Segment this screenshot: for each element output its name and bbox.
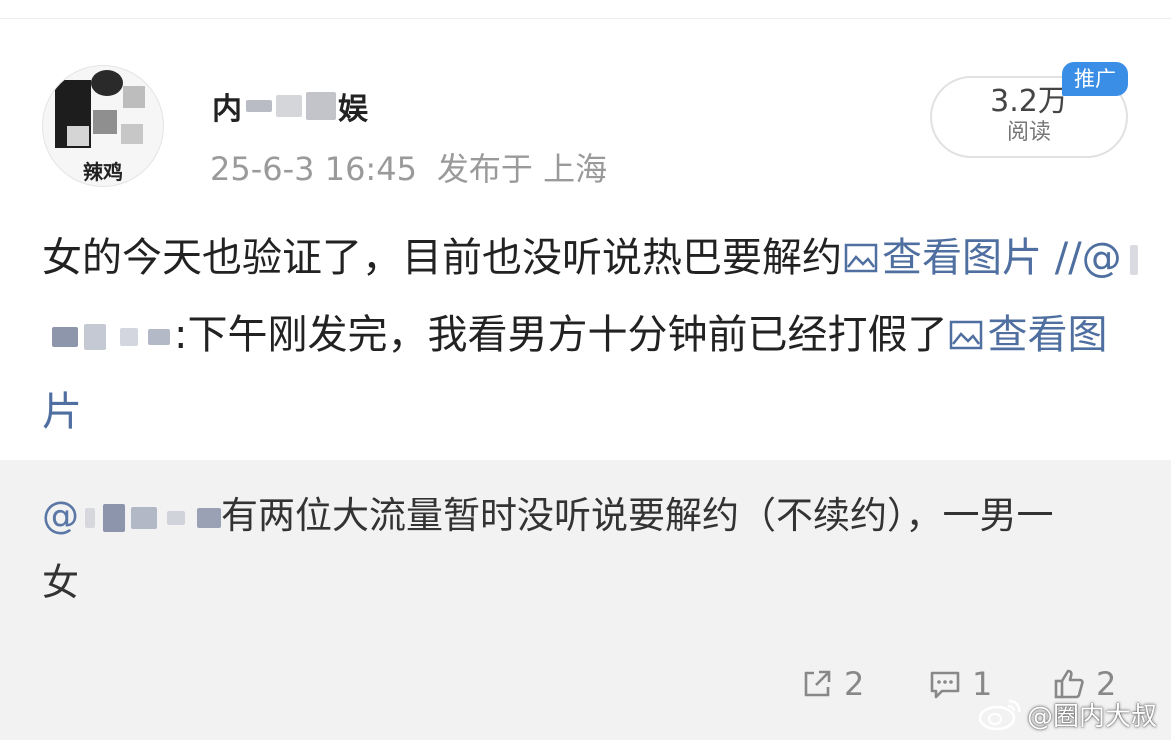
redacted-block — [131, 506, 157, 529]
repost-text: :下午刚发完，我看男方十分钟前已经打假了 — [174, 312, 948, 358]
image-icon — [844, 243, 878, 273]
promo-tag[interactable]: 推广 — [1062, 62, 1128, 96]
post-meta: 25-6-3 16:45 发布于 上海 — [210, 144, 607, 190]
avatar-blur-block — [93, 110, 117, 134]
quoted-mention-at: @ — [42, 494, 79, 537]
redacted-block — [120, 328, 138, 346]
weibo-watermark: @圈内大叔 — [977, 694, 1157, 734]
weibo-logo-icon — [978, 699, 1021, 731]
avatar-shape — [91, 70, 123, 96]
repost-count: 2 — [844, 665, 865, 703]
read-label: 阅读 — [1006, 120, 1051, 145]
avatar-blur-block — [123, 86, 145, 108]
avatar-blur-block — [121, 124, 143, 144]
avatar-label: 辣鸡 — [83, 160, 123, 184]
redacted-block — [1129, 245, 1138, 275]
username-end: 娱 — [338, 92, 370, 127]
quoted-mention[interactable]: @ — [42, 494, 221, 537]
top-divider — [0, 18, 1171, 19]
username-start: 内 — [212, 92, 244, 127]
redacted-block — [103, 503, 125, 532]
image-icon — [950, 320, 983, 350]
view-image-link-1[interactable]: 查看图片 — [842, 235, 1042, 281]
comment-icon — [930, 671, 960, 699]
watermark-text: @圈内大叔 — [1026, 701, 1157, 732]
redacted-block — [85, 507, 95, 528]
repost-button[interactable]: 2 — [800, 662, 864, 706]
username[interactable]: 内 娱 — [212, 86, 370, 127]
weibo-post-card: 辣鸡 内 娱 25-6-3 16:45 发布于 上海 3.2万 阅读 推广 女的今… — [0, 0, 1171, 740]
view-image-label-1: 查看图片 — [882, 235, 1042, 281]
post-body: 女的今天也验证了，目前也没听说热巴要解约 查看图片 //@ :下午刚发完，我看男方十… — [42, 220, 1142, 451]
redacted-block — [276, 95, 302, 117]
redacted-block — [84, 324, 106, 350]
avatar-blur-block — [67, 126, 89, 146]
quoted-post-text: @ 有两位大流量暂时没听说要解约（不续约），一男一女 — [42, 482, 1082, 616]
repost-prefix: //@ — [1054, 235, 1122, 281]
avatar[interactable]: 辣鸡 — [42, 65, 164, 187]
redacted-block — [306, 92, 336, 120]
redacted-block — [246, 100, 272, 112]
redacted-block — [52, 327, 78, 347]
redacted-block — [148, 329, 170, 345]
redacted-block — [167, 510, 185, 525]
post-location: 发布于 上海 — [436, 150, 608, 188]
post-timestamp: 25-6-3 16:45 — [210, 150, 417, 188]
post-text-line1: 女的今天也验证了，目前也没听说热巴要解约 — [42, 235, 842, 281]
repost-icon — [804, 670, 831, 697]
redacted-block — [197, 507, 221, 528]
